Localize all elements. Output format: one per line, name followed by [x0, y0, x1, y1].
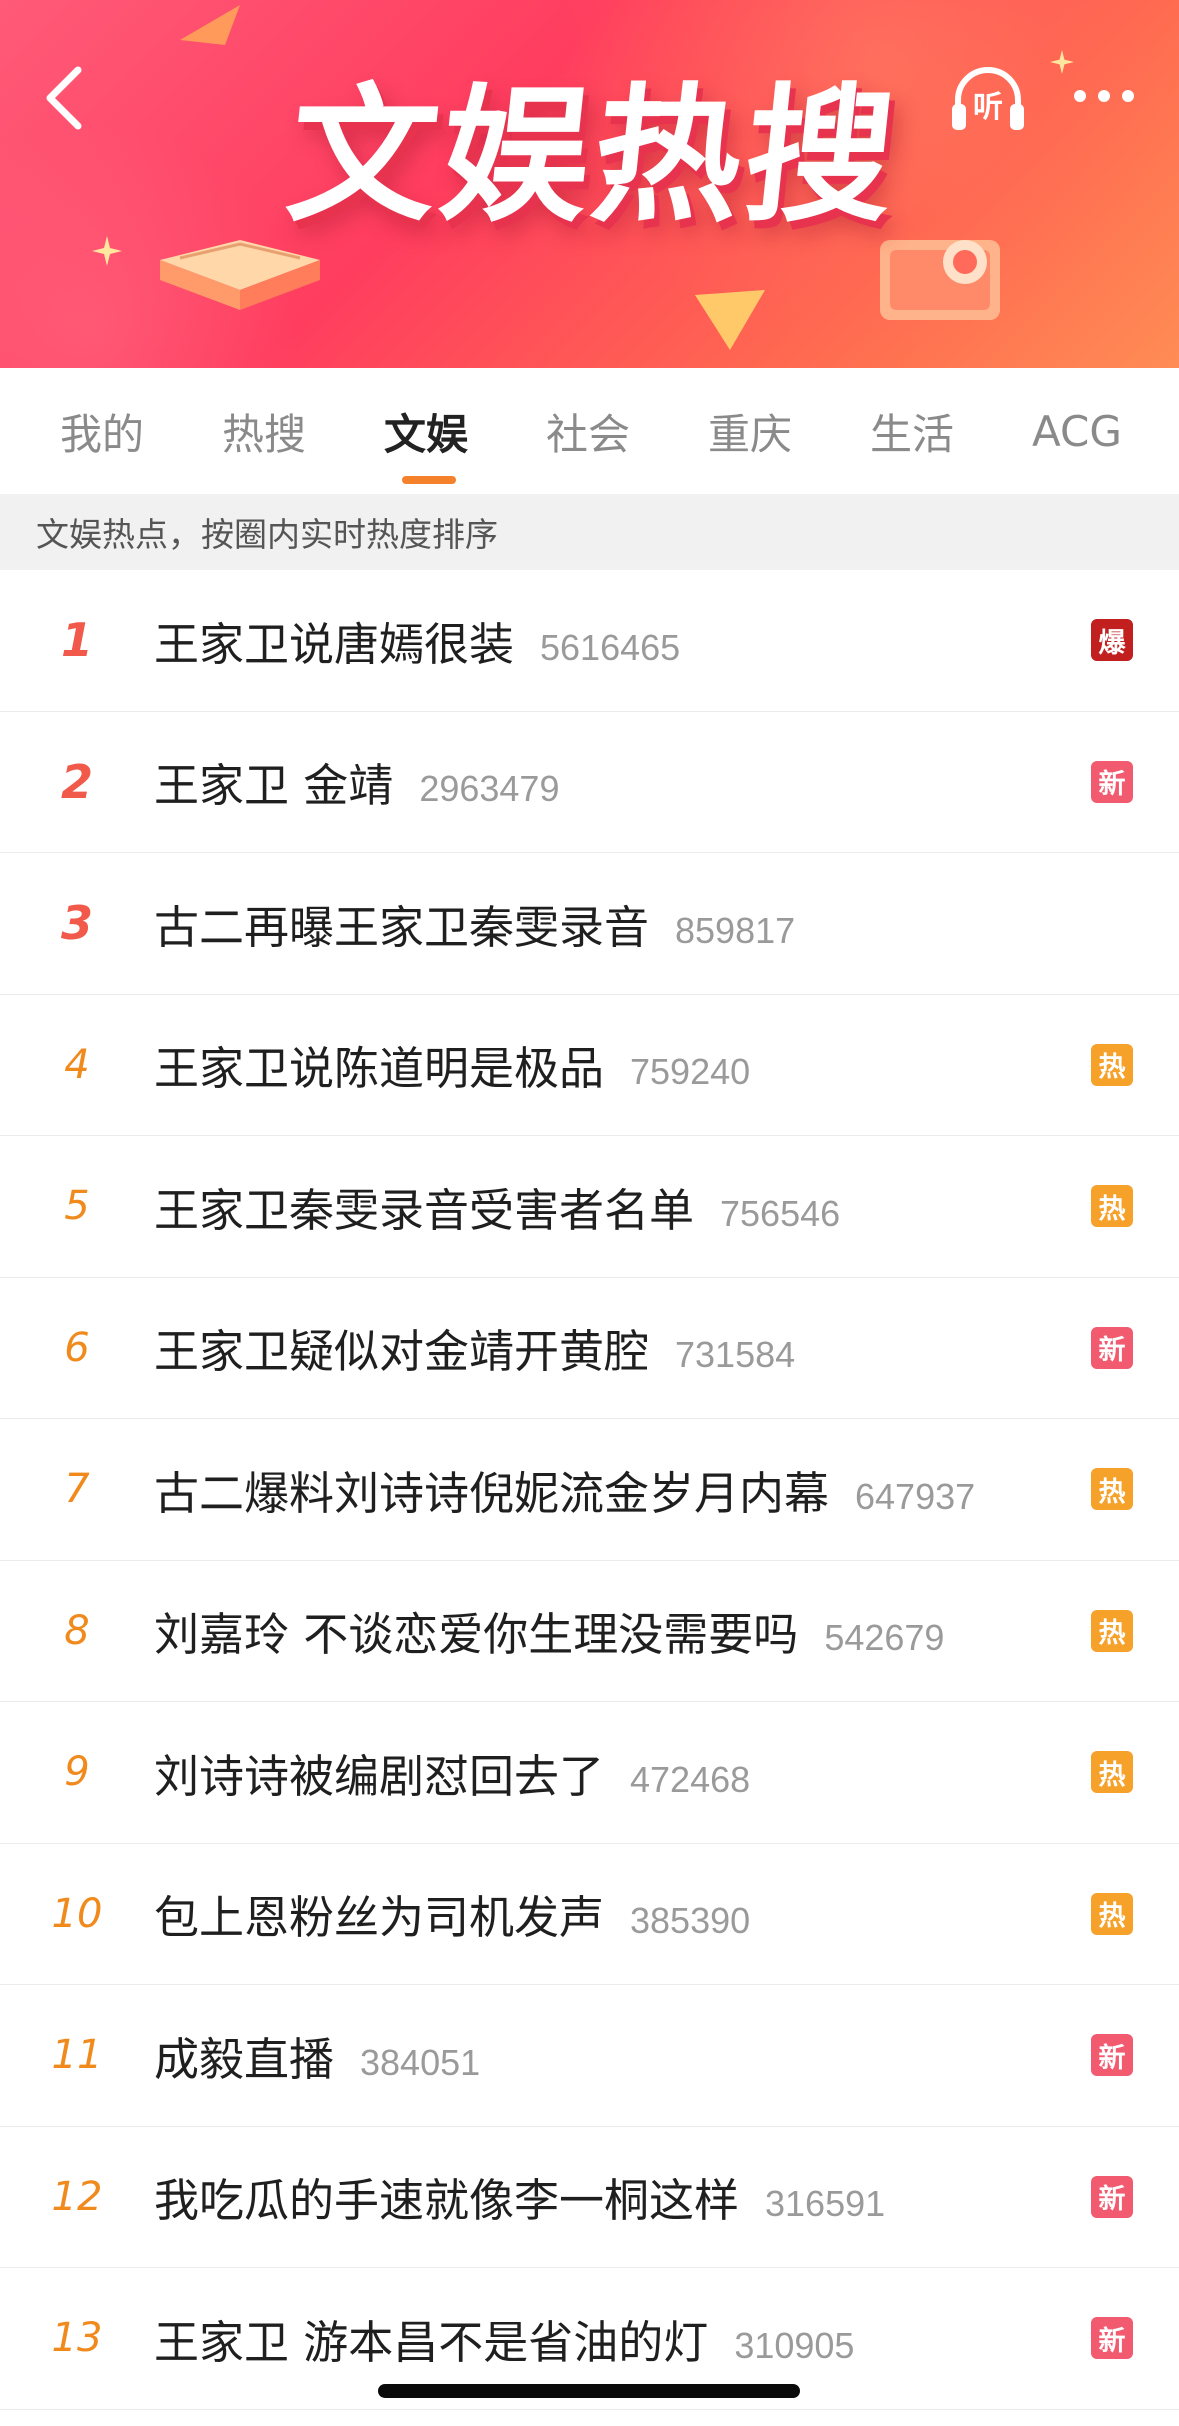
- hot-badge: 热: [1091, 1609, 1133, 1652]
- more-button[interactable]: [1062, 68, 1146, 124]
- topic-title: 王家卫秦雯录音受害者名单: [154, 1183, 695, 1237]
- rank-number: 3: [60, 896, 93, 951]
- rank-number: 8: [64, 1607, 90, 1654]
- list-item[interactable]: 6 王家卫疑似对金靖开黄腔 731584 新: [0, 1278, 1179, 1419]
- category-tabs: 我的 热搜 文娱 社会 重庆 生活 ACG: [0, 368, 1179, 494]
- heat-count: 756546: [720, 1192, 841, 1234]
- header-banner: 文娱热搜 听: [0, 0, 1179, 368]
- topic-title: 包上恩粉丝为司机发声: [154, 1891, 605, 1945]
- heat-count: 385390: [630, 1900, 751, 1942]
- heat-count: 731584: [675, 1334, 796, 1376]
- rank-number: 6: [64, 1324, 90, 1371]
- heat-count: 472468: [630, 1758, 751, 1800]
- list-item[interactable]: 9 刘诗诗被编剧怼回去了 472468 热: [0, 1702, 1179, 1844]
- list-item[interactable]: 3 古二再曝王家卫秦雯录音 859817: [0, 853, 1179, 995]
- list-item[interactable]: 2 王家卫 金靖 2963479 新: [0, 712, 1179, 853]
- list-item[interactable]: 5 王家卫秦雯录音受害者名单 756546 热: [0, 1136, 1179, 1278]
- topic-title: 王家卫 金靖: [154, 759, 394, 813]
- rank-number: 2: [60, 754, 93, 809]
- rank-number: 13: [51, 2315, 103, 2362]
- chevron-left-icon: [46, 66, 82, 130]
- new-badge: 新: [1091, 2175, 1133, 2218]
- heat-count: 384051: [360, 2041, 481, 2083]
- new-badge: 新: [1091, 760, 1133, 803]
- topic-title: 古二爆料刘诗诗倪妮流金岁月内幕: [154, 1466, 830, 1520]
- list-item[interactable]: 10 包上恩粉丝为司机发声 385390 热: [0, 1844, 1179, 1985]
- list-item[interactable]: 4 王家卫说陈道明是极品 759240 热: [0, 995, 1179, 1136]
- rank-number: 7: [64, 1466, 90, 1513]
- rank-number: 12: [51, 2173, 103, 2220]
- tab-shenghuo[interactable]: 生活: [870, 368, 954, 494]
- hot-badge: 热: [1091, 1751, 1133, 1794]
- list-item[interactable]: 1 王家卫说唐嫣很装 5616465 爆: [0, 570, 1179, 712]
- triangle-decoration: [695, 290, 765, 350]
- heat-count: 310905: [734, 2324, 855, 2366]
- hot-badge: 热: [1091, 1892, 1133, 1935]
- rank-number: 5: [64, 1183, 90, 1230]
- heat-count: 859817: [675, 909, 796, 951]
- topic-title: 古二再曝王家卫秦雯录音: [154, 900, 650, 954]
- active-tab-indicator: [402, 476, 456, 484]
- new-badge: 新: [1091, 2034, 1133, 2077]
- list-item[interactable]: 8 刘嘉玲 不谈恋爱你生理没需要吗 542679 热: [0, 1561, 1179, 1702]
- topic-title: 刘诗诗被编剧怼回去了: [154, 1749, 605, 1803]
- heat-count: 316591: [765, 2183, 886, 2225]
- list-item[interactable]: 12 我吃瓜的手速就像李一桐这样 316591 新: [0, 2127, 1179, 2268]
- topic-title: 成毅直播: [154, 2032, 335, 2086]
- hot-search-list: 1 王家卫说唐嫣很装 5616465 爆 2 王家卫 金靖 2963479 新 3 …: [0, 570, 1179, 2410]
- tab-acg[interactable]: ACG: [1032, 368, 1122, 494]
- hot-badge: 热: [1091, 1468, 1133, 1511]
- tab-resou[interactable]: 热搜: [222, 368, 306, 494]
- heat-count: 759240: [630, 1051, 751, 1093]
- tab-chongqing[interactable]: 重庆: [708, 368, 792, 494]
- heat-count: 5616465: [540, 626, 681, 668]
- rank-number: 9: [64, 1749, 90, 1796]
- rank-number: 1: [60, 613, 93, 668]
- topic-title: 我吃瓜的手速就像李一桐这样: [154, 2174, 740, 2228]
- topic-title: 王家卫说唐嫣很装: [154, 617, 515, 671]
- list-item[interactable]: 7 古二爆料刘诗诗倪妮流金岁月内幕 647937 热: [0, 1419, 1179, 1561]
- listen-label: 听: [973, 90, 1003, 125]
- list-item[interactable]: 11 成毅直播 384051 新: [0, 1985, 1179, 2127]
- sparkle-icon: [92, 236, 122, 266]
- home-indicator[interactable]: [378, 2384, 800, 2398]
- listen-button[interactable]: 听: [946, 58, 1030, 142]
- back-button[interactable]: [24, 58, 104, 138]
- hot-badge: 热: [1091, 1185, 1133, 1228]
- new-badge: 新: [1091, 1326, 1133, 1369]
- topic-title: 王家卫 游本昌不是省油的灯: [154, 2315, 709, 2369]
- topic-title: 刘嘉玲 不谈恋爱你生理没需要吗: [154, 1608, 799, 1662]
- more-dots-icon: [1074, 90, 1134, 102]
- new-badge: 新: [1091, 2317, 1133, 2360]
- tab-shehui[interactable]: 社会: [546, 368, 630, 494]
- list-description: 文娱热点，按圈内实时热度排序: [0, 494, 1179, 570]
- hot-badge: 爆: [1091, 619, 1133, 662]
- triangle-decoration: [180, 5, 240, 45]
- tab-wode[interactable]: 我的: [60, 368, 144, 494]
- heat-count: 647937: [855, 1475, 976, 1517]
- rank-number: 4: [64, 1041, 90, 1088]
- heat-count: 542679: [824, 1617, 945, 1659]
- page-title: 文娱热搜: [280, 69, 907, 242]
- rank-number: 10: [51, 1890, 103, 1937]
- rank-number: 11: [51, 2032, 103, 2079]
- topic-title: 王家卫说陈道明是极品: [154, 1042, 605, 1096]
- topic-title: 王家卫疑似对金靖开黄腔: [154, 1325, 650, 1379]
- heat-count: 2963479: [419, 768, 560, 810]
- hot-badge: 热: [1091, 1043, 1133, 1086]
